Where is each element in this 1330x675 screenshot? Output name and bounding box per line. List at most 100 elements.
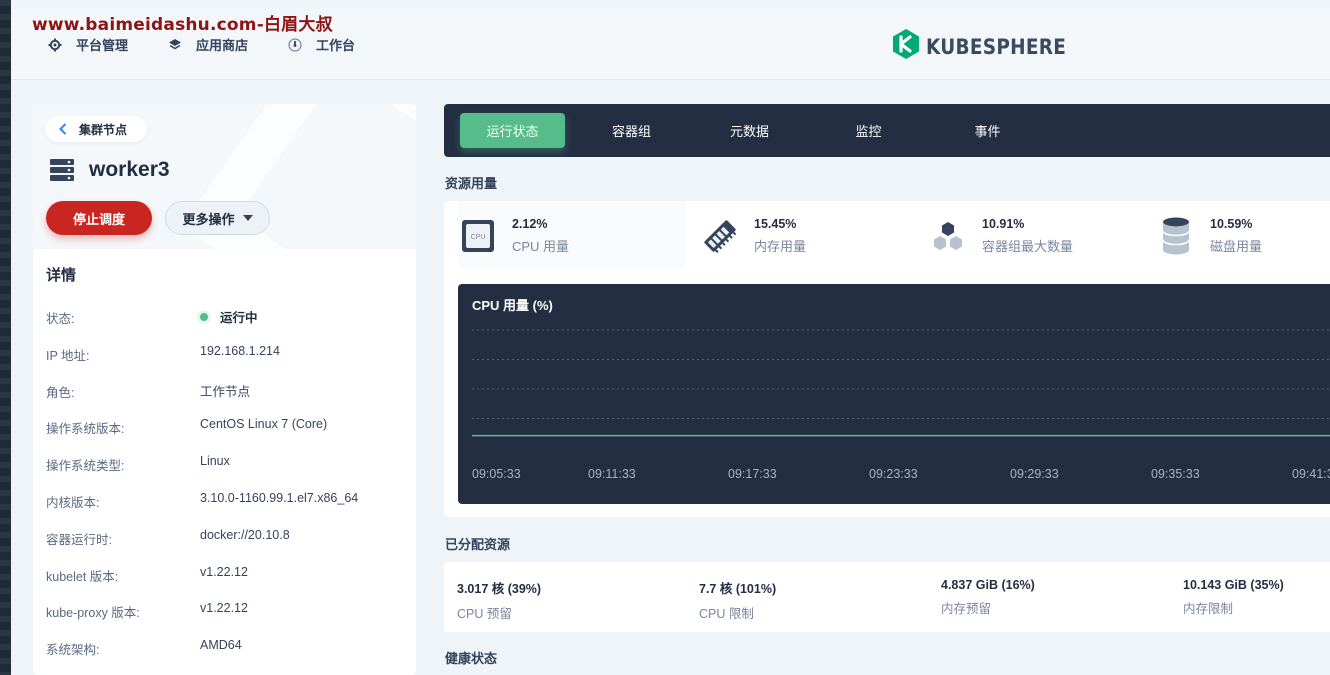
detail-value: 工作节点 — [200, 384, 251, 399]
x-tick-label: 09:23:33 — [869, 467, 918, 481]
metric-value: 10.91% — [982, 216, 1025, 231]
detail-row-kernel: 内核版本: 3.10.0-1160.99.1.el7.x86_64 — [46, 481, 406, 518]
watermark-text: www.baimeidashu.com-白眉大叔 — [32, 15, 333, 35]
detail-key: 角色: — [46, 385, 75, 400]
metric-value: 2.12% — [512, 216, 548, 231]
detail-key: kube-proxy 版本: — [46, 606, 140, 621]
cpu-icon: CPU — [458, 216, 498, 256]
detail-value: v1.22.12 — [200, 601, 248, 616]
tab-monitoring[interactable]: 监控 — [816, 113, 921, 148]
metric-value: 10.59% — [1210, 216, 1253, 231]
detail-row-container-runtime: 容器运行时: docker://20.10.8 — [46, 518, 406, 555]
x-tick-label: 09:05:33 — [472, 467, 521, 481]
detail-row-status: 状态: 运行中 — [46, 297, 406, 334]
stop-scheduling-label: 停止调度 — [72, 211, 125, 227]
kubesphere-logo-icon — [892, 28, 920, 65]
pods-icon — [928, 216, 968, 256]
nav-workbench[interactable]: 工作台 — [288, 35, 355, 54]
alloc-value: 3.017 核 (39%) — [457, 582, 542, 596]
x-tick-label: 09:35:33 — [1151, 467, 1200, 481]
disk-icon — [1156, 216, 1196, 256]
alloc-value: 4.837 GiB (16%) — [941, 578, 1035, 592]
alloc-memory-request: 4.837 GiB (16%) 内存预留 — [941, 578, 1035, 617]
more-actions-label: 更多操作 — [182, 211, 235, 227]
detail-key: 内核版本: — [46, 495, 100, 510]
desktop-background-strip — [0, 0, 11, 675]
metric-label: 容器组最大数量 — [982, 238, 1074, 254]
chart-plot: 09:05:33 09:11:33 09:17:33 09:23:33 09:29:33… — [472, 329, 1330, 481]
metric-cpu[interactable]: CPU 2.12% CPU 用量 — [458, 201, 686, 270]
metric-disk[interactable]: 10.59% 磁盘用量 — [1156, 201, 1330, 270]
tab-events[interactable]: 事件 — [935, 113, 1040, 148]
kubesphere-logo[interactable]: KUBESPHERE — [892, 28, 1085, 65]
allocated-resources-card: 3.017 核 (39%) CPU 预留 7.7 核 (101%) CPU 限制… — [444, 562, 1330, 632]
detail-row-kubelet: kubelet 版本: v1.22.12 — [46, 555, 406, 592]
alloc-cpu-request: 3.017 核 (39%) CPU 预留 — [457, 578, 541, 622]
status-text: 运行中 — [220, 311, 258, 325]
back-to-cluster-nodes-button[interactable]: 集群节点 — [45, 116, 148, 142]
detail-value: 运行中 — [200, 307, 258, 326]
node-name: worker3 — [89, 158, 170, 181]
tab-pods[interactable]: 容器组 — [579, 113, 684, 148]
alloc-label: CPU 预留 — [457, 607, 512, 621]
server-icon — [49, 158, 75, 182]
metric-value: 15.45% — [754, 216, 797, 231]
detail-value: AMD64 — [200, 638, 242, 653]
logo-text: KUBESPHERE — [926, 34, 1067, 59]
detail-row-kube-proxy: kube-proxy 版本: v1.22.12 — [46, 591, 406, 628]
layers-icon — [168, 38, 182, 52]
detail-key: 系统架构: — [46, 643, 100, 658]
alloc-label: 内存限制 — [1183, 602, 1234, 616]
detail-tabs: 运行状态 容器组 元数据 监控 事件 — [444, 104, 1330, 157]
gear-icon — [48, 38, 62, 52]
metric-label: CPU 用量 — [512, 238, 570, 254]
alloc-cpu-limit: 7.7 核 (101%) CPU 限制 — [699, 578, 776, 622]
detail-key: 容器运行时: — [46, 532, 112, 547]
detail-value: CentOS Linux 7 (Core) — [200, 417, 328, 432]
nav-label: 应用商店 — [196, 38, 249, 53]
chevron-left-icon — [59, 123, 67, 135]
x-tick-label: 09:29:33 — [1010, 467, 1059, 481]
metric-pods[interactable]: 10.91% 容器组最大数量 — [928, 201, 1156, 270]
x-tick-label: 09:17:33 — [728, 467, 777, 481]
detail-row-architecture: 系统架构: AMD64 — [46, 628, 406, 665]
caret-down-icon — [242, 215, 253, 221]
dashboard-icon — [288, 37, 302, 52]
alloc-value: 7.7 核 (101%) — [699, 582, 777, 596]
cpu-usage-chart: CPU 用量 (%) 09:05:33 09:11:33 09:17:33 09:23… — [458, 284, 1330, 504]
detail-key: IP 地址: — [46, 348, 90, 363]
node-title: worker3 — [49, 158, 170, 182]
detail-key: 操作系统版本: — [46, 422, 125, 437]
detail-value: docker://20.10.8 — [200, 527, 290, 542]
alloc-label: 内存预留 — [941, 602, 992, 616]
detail-value: v1.22.12 — [200, 564, 248, 579]
nav-platform-management[interactable]: 平台管理 — [48, 35, 128, 54]
x-tick-label: 09:11:33 — [588, 467, 636, 481]
allocated-resources-heading: 已分配资源 — [445, 537, 511, 552]
detail-key: 状态: — [46, 312, 75, 326]
detail-value: 3.10.0-1160.99.1.el7.x86_64 — [200, 490, 359, 505]
resource-usage-card: CPU 2.12% CPU 用量 15.45% 内存用量 10.91% 容器组最… — [444, 201, 1330, 517]
detail-key: kubelet 版本: — [46, 569, 119, 584]
detail-row-ip: IP 地址: 192.168.1.214 — [46, 334, 406, 371]
back-label: 集群节点 — [79, 122, 128, 137]
metric-label: 磁盘用量 — [1210, 238, 1263, 254]
health-status-heading: 健康状态 — [445, 651, 498, 666]
node-detail-panel: 集群节点 worker3 停止调度 更多操作 详情 状态: 运行中 IP 地址:… — [33, 104, 416, 675]
status-dot-icon — [200, 313, 208, 321]
detail-row-os-version: 操作系统版本: CentOS Linux 7 (Core) — [46, 407, 406, 444]
more-actions-dropdown[interactable]: 更多操作 — [165, 201, 270, 235]
alloc-memory-limit: 10.143 GiB (35%) 内存限制 — [1183, 578, 1284, 617]
details-list: 状态: 运行中 IP 地址: 192.168.1.214 角色: 工作节点 操作… — [46, 297, 406, 665]
tab-metadata[interactable]: 元数据 — [697, 113, 802, 148]
nav-label: 工作台 — [316, 38, 356, 53]
details-heading: 详情 — [46, 267, 77, 284]
alloc-value: 10.143 GiB (35%) — [1183, 578, 1284, 592]
detail-row-os-type: 操作系统类型: Linux — [46, 444, 406, 481]
metric-label: 内存用量 — [754, 238, 807, 254]
tab-running-status[interactable]: 运行状态 — [460, 113, 565, 148]
memory-icon — [700, 216, 740, 256]
stop-scheduling-button[interactable]: 停止调度 — [46, 201, 152, 235]
metric-memory[interactable]: 15.45% 内存用量 — [700, 201, 928, 270]
nav-app-store[interactable]: 应用商店 — [168, 35, 248, 54]
